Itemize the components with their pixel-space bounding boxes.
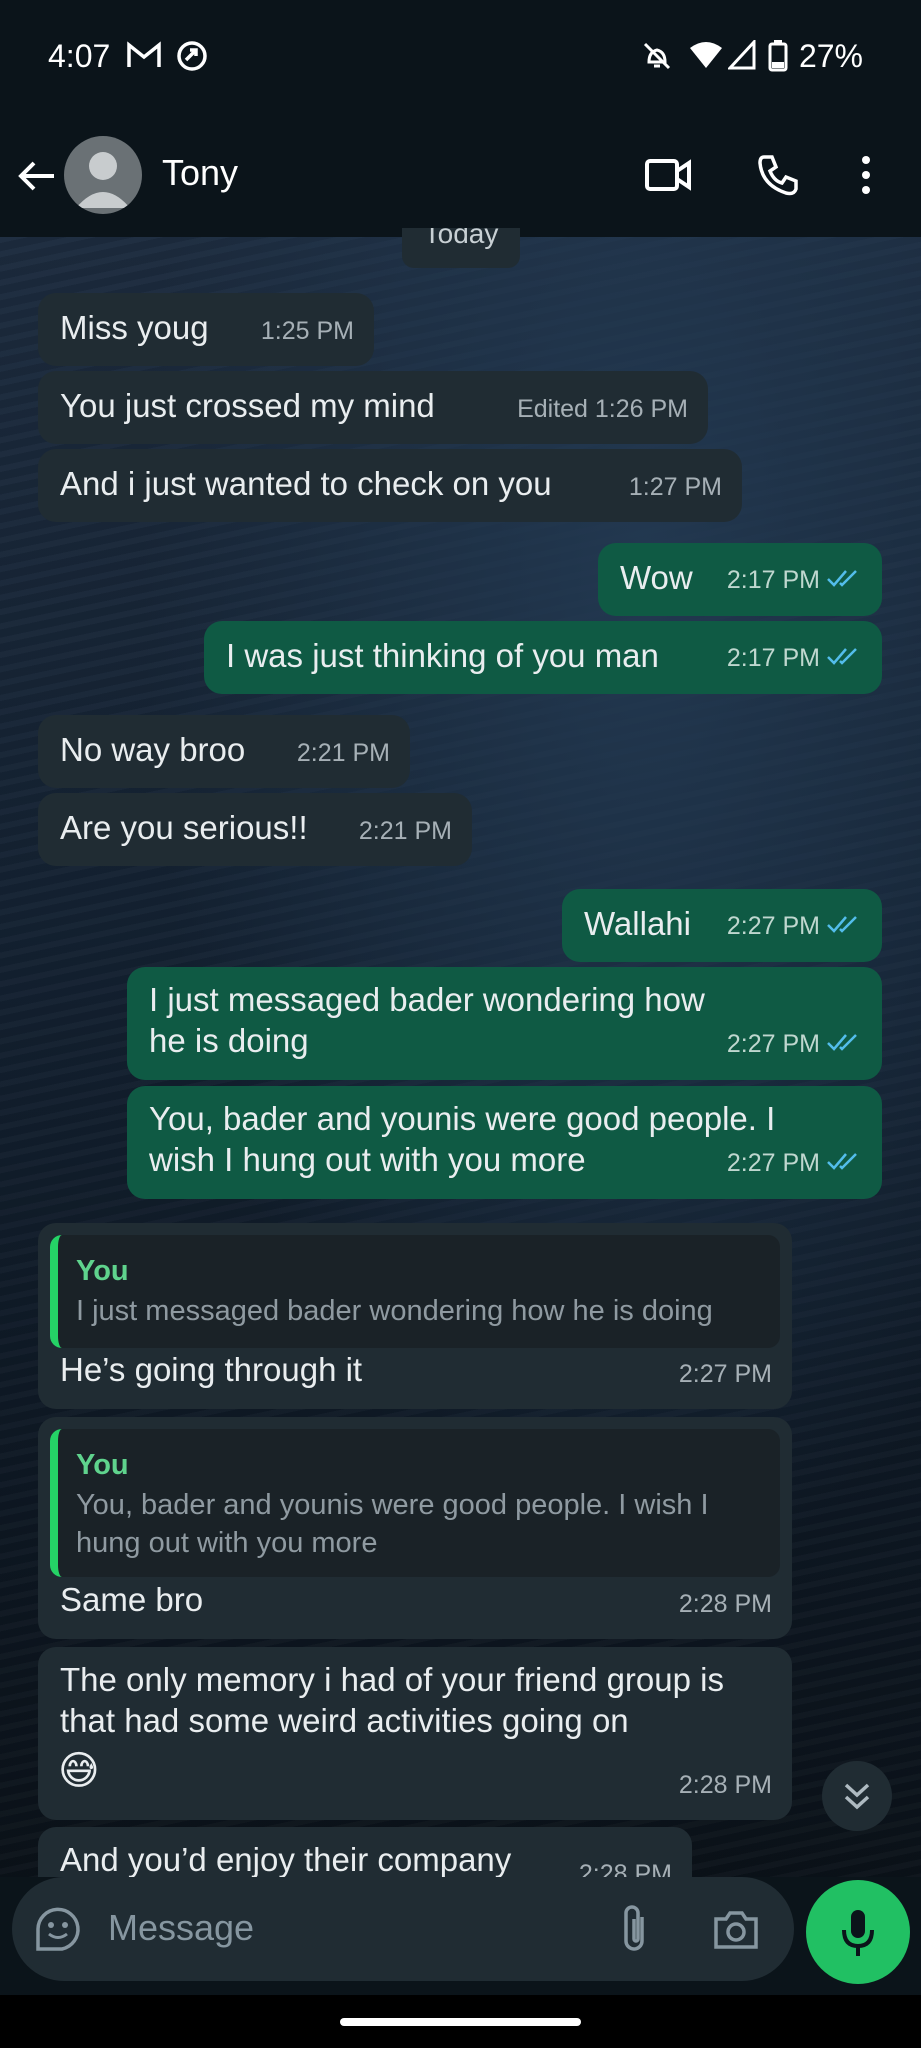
message-emoji: 😅 [58, 1749, 100, 1793]
message-text: And you’d enjoy their company [60, 1841, 512, 1877]
sync-icon [176, 40, 208, 77]
date-chip: Today [402, 228, 520, 268]
quoted-message[interactable]: You You, bader and younis were good peop… [50, 1429, 780, 1577]
message-input-bar[interactable]: Message [12, 1877, 794, 1981]
status-time: 4:07 [48, 38, 111, 74]
message-time: 2:28 PM [578, 1860, 672, 1877]
back-arrow-icon[interactable] [14, 153, 60, 204]
quote-text: You, bader and younis were good people. … [76, 1489, 709, 1559]
message-text: I was just thinking of you man [226, 637, 659, 674]
message-time: 1:25 PM [260, 317, 354, 345]
message-text: Wow [620, 559, 693, 596]
contact-name[interactable]: Tony [162, 152, 238, 194]
message-text: He’s going through it [60, 1351, 363, 1388]
message-meta: 2:17 PM [727, 560, 862, 602]
message-time: 2:27 PM [678, 1360, 772, 1388]
message-time: 2:27 PM [726, 1149, 820, 1178]
message-time: 2:28 PM [678, 1590, 772, 1618]
message-time: 2:17 PM [726, 644, 820, 673]
message-bubble[interactable]: I just messaged bader wondering how he i… [127, 967, 882, 1080]
gmail-icon [126, 40, 162, 75]
message-bubble[interactable]: Are you serious!! 2:21 PM [38, 793, 472, 866]
read-ticks-icon [826, 639, 862, 680]
message-bubble[interactable]: Wallahi 2:27 PM [562, 889, 882, 962]
voice-record-button[interactable] [806, 1880, 910, 1984]
battery-percent: 27% [798, 38, 863, 74]
message-text: You just crossed my mind [60, 387, 435, 424]
date-chip-label: Today [423, 228, 499, 249]
message-meta: 2:27 PM [727, 1024, 862, 1066]
quoted-message[interactable]: You I just messaged bader wondering how … [50, 1235, 780, 1348]
camera-icon[interactable] [712, 1907, 760, 1956]
read-ticks-icon [826, 907, 862, 948]
mute-icon [641, 40, 673, 77]
read-ticks-icon [826, 1025, 862, 1066]
read-ticks-icon [826, 1144, 862, 1185]
message-meta: 2:17 PM [727, 638, 862, 680]
message-bubble[interactable]: No way broo 2:21 PM [38, 715, 410, 788]
message-text: The only memory i had of your friend gro… [60, 1661, 724, 1739]
message-bubble[interactable]: You You, bader and younis were good peop… [38, 1417, 792, 1639]
message-input[interactable]: Message [108, 1907, 254, 1949]
message-text: I just messaged bader wondering how he i… [149, 981, 705, 1059]
message-bubble[interactable]: Miss youg 1:25 PM [38, 293, 374, 366]
message-bubble[interactable]: And i just wanted to check on you 1:27 P… [38, 449, 742, 522]
message-bubble[interactable]: You I just messaged bader wondering how … [38, 1223, 792, 1409]
voice-call-icon[interactable] [756, 153, 800, 202]
message-text: Same bro [60, 1581, 204, 1618]
quote-author: You [76, 1255, 129, 1287]
battery-icon [768, 40, 788, 77]
attach-icon[interactable] [618, 1903, 650, 1960]
message-text: No way broo [60, 731, 246, 768]
message-text: Miss youg [60, 309, 209, 346]
message-bubble[interactable]: I was just thinking of you man 2:17 PM [204, 621, 882, 694]
message-meta: 2:27 PM [727, 906, 862, 948]
message-bubble[interactable]: And you’d enjoy their company 2:28 PM [38, 1827, 692, 1877]
message-time: 2:17 PM [726, 566, 820, 595]
double-chevron-down-icon [844, 1783, 870, 1810]
message-bubble[interactable]: Wow 2:17 PM [598, 543, 882, 616]
message-time: 1:27 PM [628, 473, 722, 501]
message-bubble[interactable]: The only memory i had of your friend gro… [38, 1647, 792, 1820]
video-call-icon[interactable] [644, 155, 692, 200]
status-bar: 4:07 27% [0, 0, 921, 115]
wifi-icon [688, 40, 724, 75]
signal-icon [726, 38, 756, 75]
message-time: 2:27 PM [726, 912, 820, 941]
message-bubble[interactable]: You just crossed my mind Edited 1:26 PM [38, 371, 708, 444]
sticker-icon[interactable] [34, 1905, 82, 1958]
message-time: Edited 1:26 PM [517, 395, 688, 423]
message-meta: 2:27 PM [727, 1143, 862, 1185]
message-text: Are you serious!! [60, 809, 308, 846]
message-bubble[interactable]: You, bader and younis were good people. … [127, 1086, 882, 1199]
read-ticks-icon [826, 561, 862, 602]
message-text: Wallahi [584, 905, 691, 942]
contact-avatar[interactable] [64, 136, 142, 214]
chat-header: Tony [0, 115, 921, 237]
quote-author: You [76, 1449, 129, 1481]
microphone-icon [842, 1910, 874, 1956]
quote-text: I just messaged bader wondering how he i… [76, 1295, 713, 1327]
message-time: 2:27 PM [726, 1030, 820, 1059]
message-text: And i just wanted to check on you [60, 465, 552, 502]
message-time: 2:21 PM [358, 817, 452, 845]
message-time: 2:28 PM [678, 1771, 772, 1799]
scroll-to-bottom-button[interactable] [822, 1761, 892, 1831]
more-options-icon[interactable] [860, 155, 872, 200]
message-time: 2:21 PM [296, 739, 390, 767]
home-gesture-handle[interactable] [340, 2018, 581, 2026]
